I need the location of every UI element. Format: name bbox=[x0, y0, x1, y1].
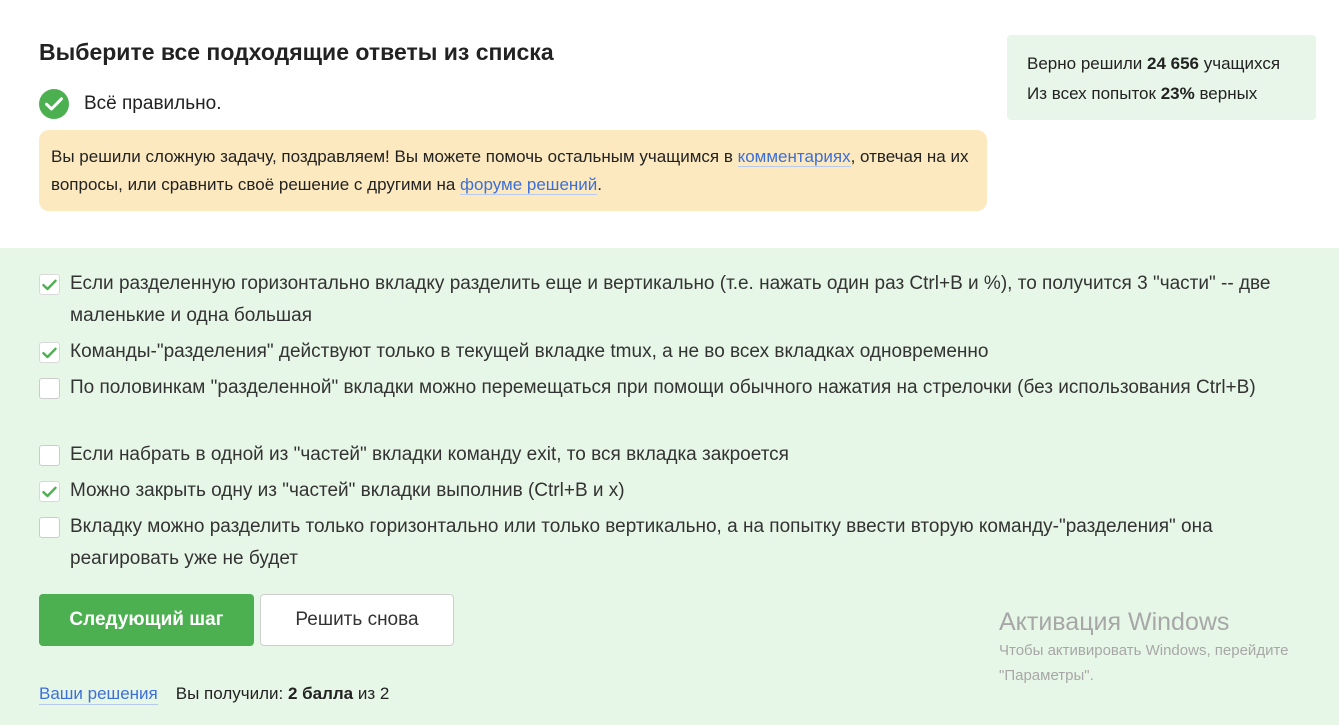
option-6[interactable]: Вкладку можно разделить только горизонта… bbox=[39, 491, 1320, 575]
notice-text-1: Вы решили сложную задачу, поздравляем! В… bbox=[51, 147, 738, 166]
option-text: По половинкам "разделенной" вкладки можн… bbox=[70, 377, 1256, 398]
next-step-button[interactable]: Следующий шаг bbox=[39, 594, 254, 646]
solved-stat: Верно решили 24 656 учащихся bbox=[1027, 49, 1296, 79]
attempts-suffix: верных bbox=[1194, 84, 1258, 103]
verdict-text: Всё правильно. bbox=[84, 93, 222, 114]
notice-text-3: . bbox=[597, 175, 603, 194]
forum-link[interactable]: форуме решений bbox=[460, 175, 598, 195]
feedback-section: Выберите все подходящие ответы из списка… bbox=[0, 0, 1339, 248]
solved-count: 24 656 bbox=[1147, 54, 1199, 73]
watermark-title: Активация Windows bbox=[999, 608, 1230, 636]
congrats-notice: Вы решили сложную задачу, поздравляем! В… bbox=[39, 130, 987, 211]
option-3[interactable]: По половинкам "разделенной" вкладки можн… bbox=[39, 352, 1320, 404]
checkmark-icon bbox=[42, 279, 57, 290]
attempts-stat: Из всех попыток 23% верных bbox=[1027, 79, 1296, 109]
solved-suffix: учащихся bbox=[1199, 54, 1281, 73]
quiz-section: Если разделенную горизонтально вкладку р… bbox=[0, 248, 1339, 725]
watermark-line-1: Чтобы активировать Windows, перейдите bbox=[999, 642, 1289, 659]
solved-prefix: Верно решили bbox=[1027, 54, 1147, 73]
score-value: 2 балла bbox=[287, 684, 354, 703]
score-prefix: Вы получили: bbox=[175, 684, 288, 703]
footer: Ваши решения Вы получили: 2 балла из 2 bbox=[39, 684, 389, 705]
windows-activation-watermark: Активация Windows Чтобы активировать Win… bbox=[999, 606, 1289, 688]
your-solutions-link[interactable]: Ваши решения bbox=[39, 684, 158, 705]
score-text: Вы получили: 2 балла из 2 bbox=[176, 684, 390, 705]
attempts-percent: 23% bbox=[1160, 84, 1195, 103]
watermark-line-2: "Параметры". bbox=[999, 667, 1094, 684]
step-title: Выберите все подходящие ответы из списка bbox=[39, 39, 554, 65]
option-checkbox[interactable] bbox=[39, 274, 60, 295]
score-suffix: из 2 bbox=[353, 684, 390, 703]
solve-again-button[interactable]: Решить снова bbox=[260, 594, 454, 646]
comments-link[interactable]: комментариях bbox=[737, 147, 851, 167]
option-text: Вкладку можно разделить только горизонта… bbox=[70, 516, 1213, 569]
attempts-prefix: Из всех попыток bbox=[1027, 84, 1161, 103]
option-checkbox[interactable] bbox=[39, 378, 60, 399]
verdict: Всё правильно. bbox=[39, 89, 221, 119]
option-checkbox[interactable] bbox=[39, 517, 60, 538]
stats-panel: Верно решили 24 656 учащихся Из всех поп… bbox=[1007, 35, 1316, 120]
check-circle-icon bbox=[39, 89, 69, 119]
